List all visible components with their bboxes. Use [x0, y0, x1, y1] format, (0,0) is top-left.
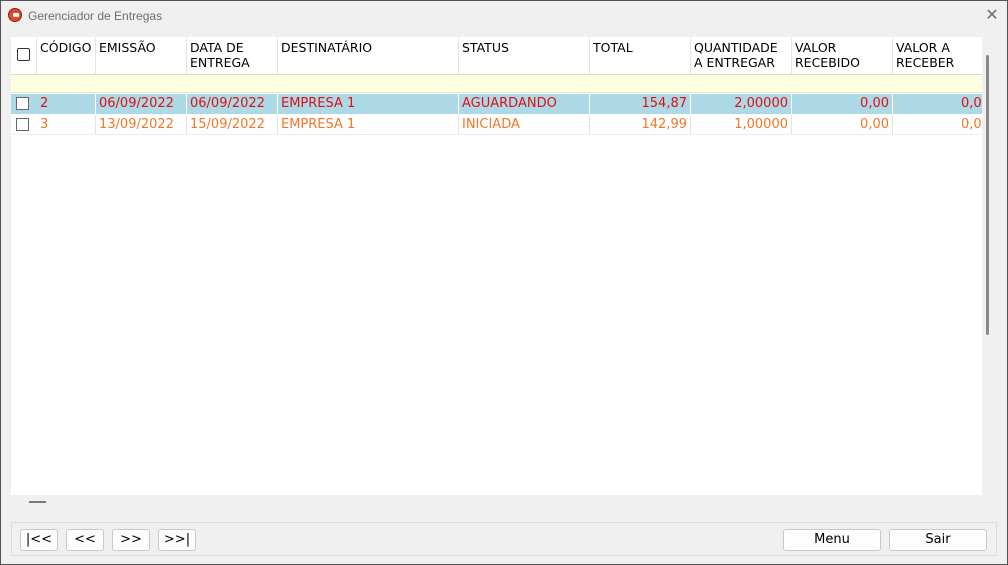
vertical-scroll-thumb[interactable]: [986, 55, 989, 335]
title-bar: Gerenciador de Entregas ✕: [1, 1, 1007, 31]
cell-codigo: 3: [37, 115, 96, 135]
header-total[interactable]: TOTAL: [590, 37, 691, 75]
last-record-button[interactable]: >>|: [158, 529, 196, 551]
cell-emissao: 13/09/2022: [96, 115, 187, 135]
filter-row[interactable]: [11, 75, 982, 93]
cell-destinatario: EMPRESA 1: [278, 115, 459, 135]
cell-quantidade: 1,00000: [691, 115, 792, 135]
close-icon[interactable]: ✕: [981, 5, 1003, 27]
exit-button[interactable]: Sair: [889, 529, 987, 551]
row-checkbox[interactable]: [16, 118, 29, 131]
cell-valor-receber: 0,00: [893, 115, 982, 135]
previous-record-button[interactable]: <<: [66, 529, 104, 551]
cell-codigo: 2: [37, 94, 96, 114]
cell-status: INICIADA: [459, 115, 590, 135]
cell-valor-receber-text: 0,00: [961, 117, 982, 132]
bottom-toolbar: |<< << >> >>| Menu Sair: [11, 522, 997, 556]
header-destinatario[interactable]: DESTINATÁRIO: [278, 37, 459, 75]
cell-total: 142,99: [590, 115, 691, 135]
header-select-all: [11, 37, 37, 75]
window-title: Gerenciador de Entregas: [28, 9, 163, 23]
row-checkbox[interactable]: [16, 97, 29, 110]
table-row[interactable]: 2 06/09/2022 06/09/2022 EMPRESA 1 AGUARD…: [11, 94, 982, 114]
grid-header: CÓDIGO EMISSÃO DATA DE ENTREGA DESTINATÁ…: [11, 37, 982, 75]
header-status[interactable]: STATUS: [459, 37, 590, 75]
header-codigo[interactable]: CÓDIGO: [37, 37, 96, 75]
header-emissao[interactable]: EMISSÃO: [96, 37, 187, 75]
cell-valor-recebido: 0,00: [792, 94, 893, 114]
cell-emissao: 06/09/2022: [96, 94, 187, 114]
menu-button[interactable]: Menu: [783, 529, 881, 551]
table-row[interactable]: 3 13/09/2022 15/09/2022 EMPRESA 1 INICIA…: [11, 115, 982, 135]
cell-valor-recebido: 0,00: [792, 115, 893, 135]
deliveries-grid: CÓDIGO EMISSÃO DATA DE ENTREGA DESTINATÁ…: [11, 37, 991, 495]
main-window: Gerenciador de Entregas ✕ CÓDIGO EMISSÃO…: [0, 0, 1008, 565]
cell-valor-receber-text: 0,00: [961, 96, 982, 111]
next-record-button[interactable]: >>: [112, 529, 150, 551]
first-record-button[interactable]: |<<: [20, 529, 58, 551]
cell-data-entrega: 15/09/2022: [187, 115, 278, 135]
cell-quantidade: 2,00000: [691, 94, 792, 114]
vertical-scrollbar[interactable]: [982, 37, 991, 495]
cell-data-entrega: 06/09/2022: [187, 94, 278, 114]
horizontal-scroll-thumb[interactable]: [29, 501, 46, 503]
header-valor-receber[interactable]: VALOR A RECEBER: [893, 37, 982, 75]
cell-status: AGUARDANDO: [459, 94, 590, 114]
cell-valor-receber: 0,00: [893, 94, 982, 114]
header-data-entrega[interactable]: DATA DE ENTREGA: [187, 37, 278, 75]
cell-destinatario: EMPRESA 1: [278, 94, 459, 114]
header-valor-recebido[interactable]: VALOR RECEBIDO: [792, 37, 893, 75]
app-logo-icon: [8, 8, 22, 22]
header-quantidade[interactable]: QUANTIDADE A ENTREGAR: [691, 37, 792, 75]
horizontal-scrollbar[interactable]: [11, 495, 991, 515]
select-all-checkbox[interactable]: [17, 48, 30, 61]
cell-total: 154,87: [590, 94, 691, 114]
